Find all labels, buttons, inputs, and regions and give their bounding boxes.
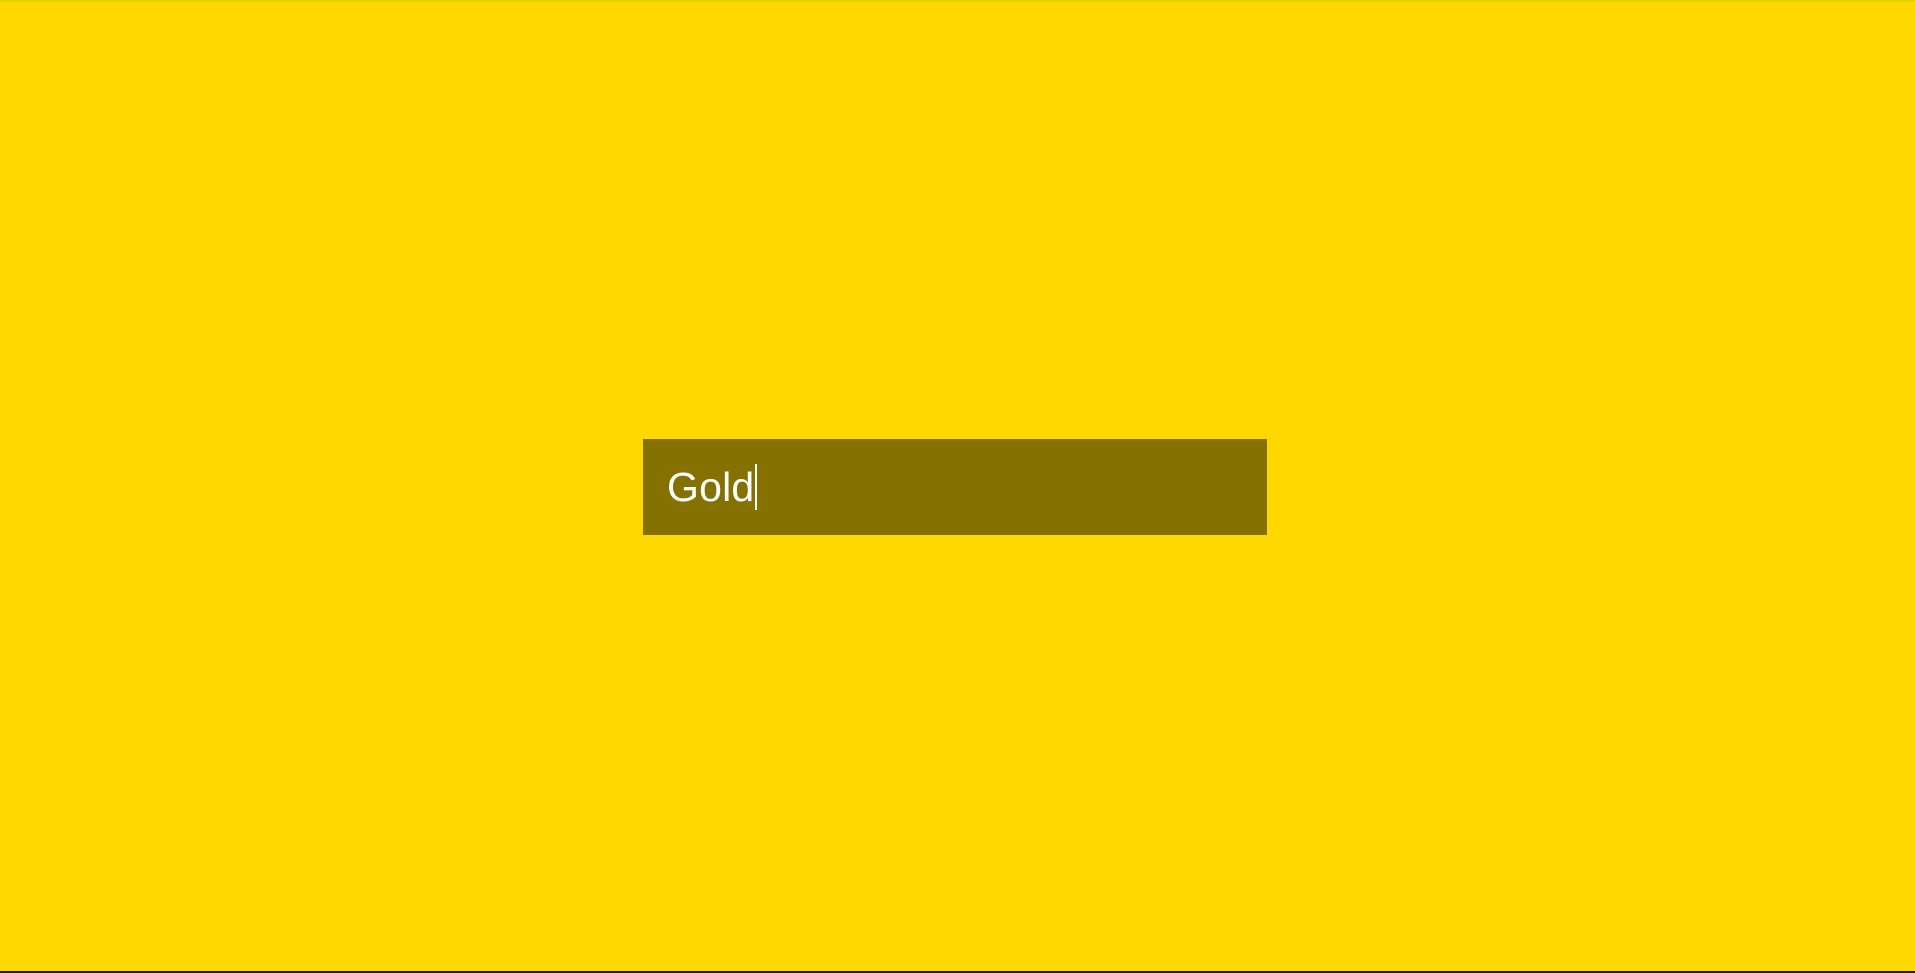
color-name-input[interactable]: Gold <box>643 439 1267 535</box>
text-cursor <box>755 464 758 510</box>
top-edge-line <box>0 0 1915 2</box>
input-text: Gold <box>667 463 755 510</box>
